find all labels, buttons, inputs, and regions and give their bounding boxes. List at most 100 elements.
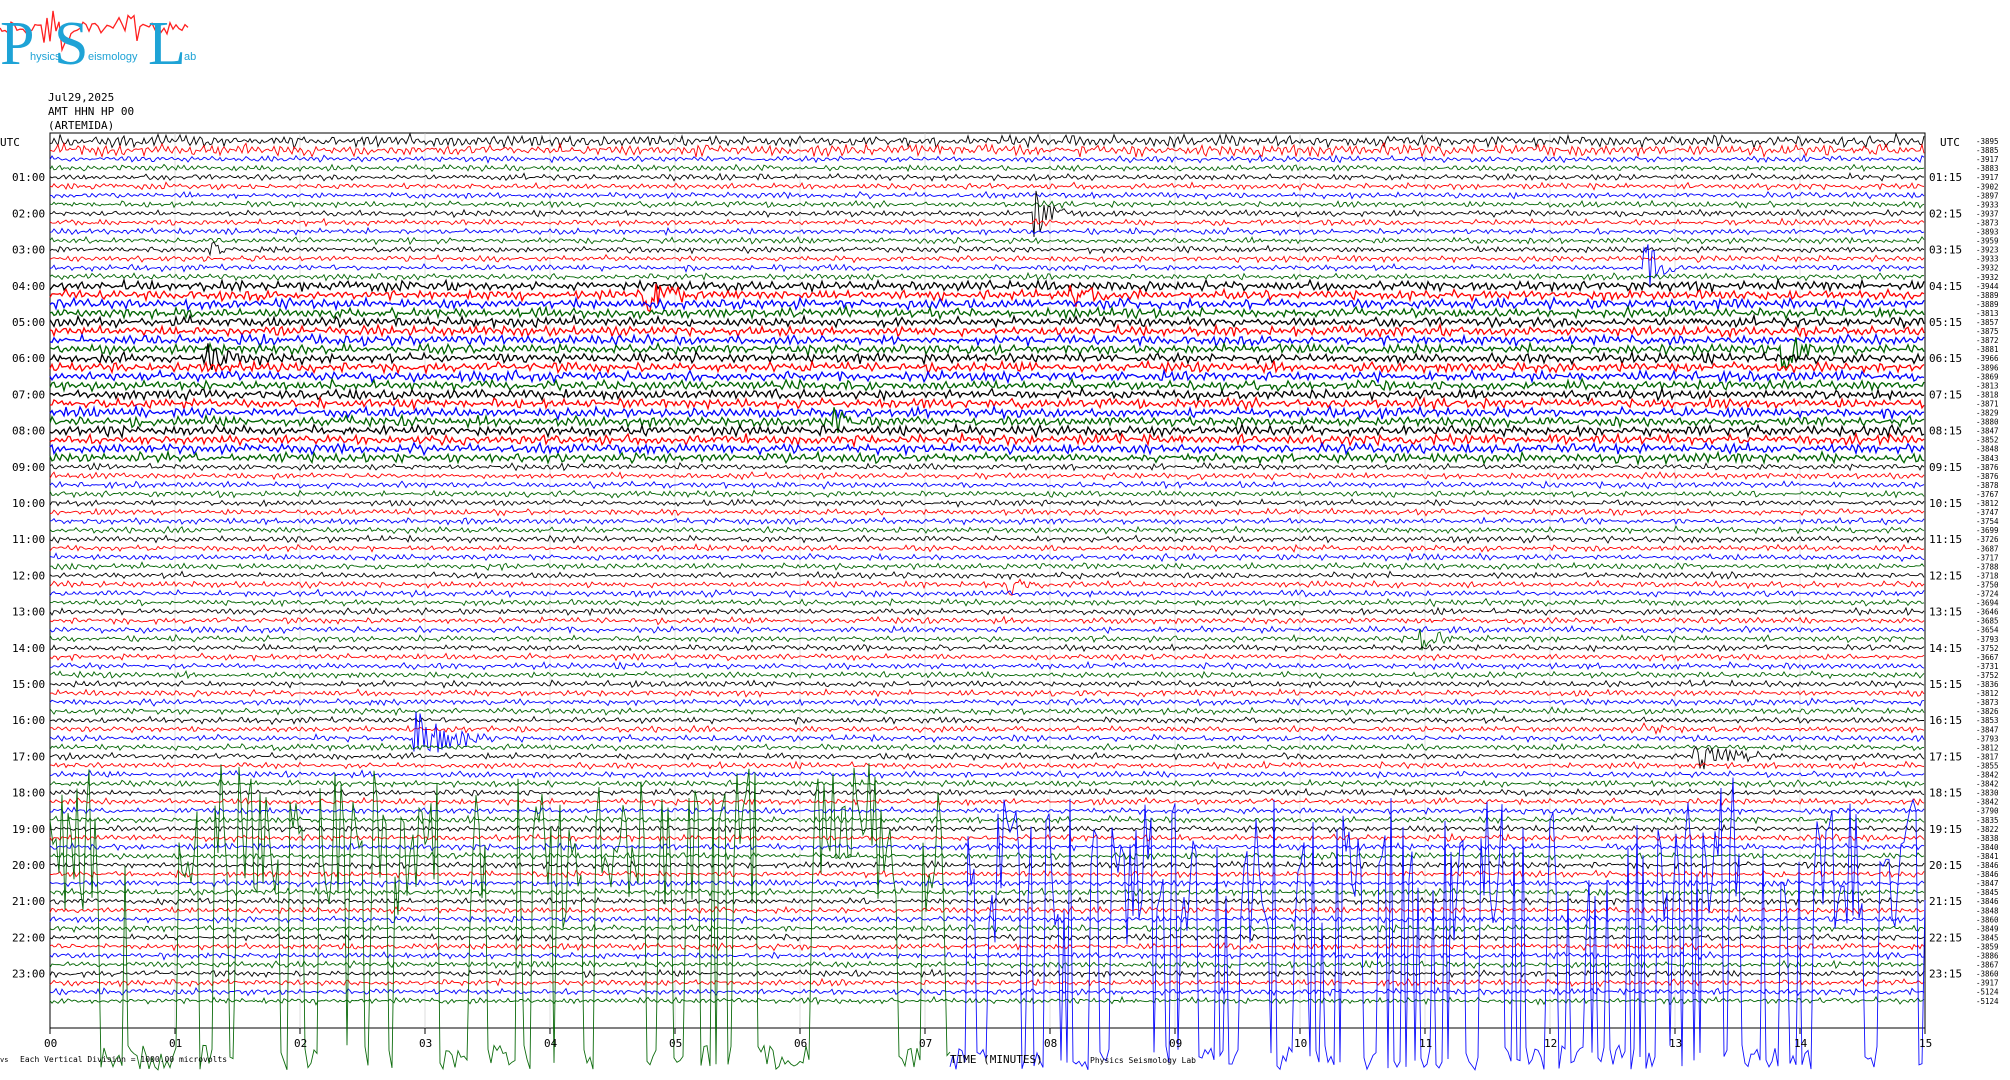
- left-hour-label: 06:00: [12, 352, 45, 365]
- row-count-label: -3812: [1976, 499, 1999, 508]
- row-count-label: -3886: [1976, 952, 1999, 961]
- row-count-label: -3830: [1976, 789, 1999, 798]
- row-count-label: -3829: [1976, 409, 1999, 418]
- row-count-label: -3845: [1976, 888, 1999, 897]
- row-count-label: -3747: [1976, 508, 1999, 517]
- right-hour-label: 20:15: [1929, 859, 1962, 872]
- trace-row: [49, 217, 1925, 228]
- trace-row: [49, 449, 1925, 467]
- row-count-label: -3893: [1976, 228, 1999, 237]
- trace-row: [49, 787, 1925, 797]
- scale-note: Each Vertical Division = 1000.00 microvo…: [20, 1055, 227, 1064]
- trace-row: [49, 332, 1925, 349]
- x-tick-label: 09: [1169, 1037, 1182, 1050]
- row-count-label: -3687: [1976, 544, 1999, 553]
- left-utc-label: UTC: [0, 136, 20, 149]
- row-count-label: -5124: [1976, 988, 1999, 997]
- trace-row: [49, 461, 1925, 472]
- trace-row: [49, 796, 1925, 807]
- trace-row: [49, 814, 1925, 825]
- left-hour-label: 01:00: [12, 171, 45, 184]
- row-count-label: -3847: [1976, 427, 1999, 436]
- x-tick-label: 10: [1294, 1037, 1307, 1050]
- row-count-label: -3871: [1976, 400, 1999, 409]
- trace-row: [49, 489, 1925, 499]
- trace-row: [49, 841, 1925, 852]
- row-count-label: -3793: [1976, 635, 1999, 644]
- row-count-label: -3852: [1976, 436, 1999, 445]
- right-utc-label: UTC: [1940, 136, 1960, 149]
- trace-row: [49, 625, 1925, 635]
- row-count-label: -3846: [1976, 870, 1999, 879]
- x-tick-label: 11: [1419, 1037, 1432, 1050]
- right-hour-label: 10:15: [1929, 497, 1962, 510]
- trace-row: [49, 163, 1925, 173]
- row-count-label: -3667: [1976, 653, 1999, 662]
- row-count-label: -3813: [1976, 309, 1999, 318]
- trace-row: [49, 440, 1925, 457]
- trace-row: [49, 778, 1925, 789]
- trace-row: [49, 226, 1925, 237]
- trace-row: [49, 359, 1925, 376]
- header-channel: AMT HHN HP 00: [48, 105, 134, 118]
- right-hour-label: 16:15: [1929, 714, 1962, 727]
- trace-row: [49, 670, 1925, 680]
- trace-row: [49, 697, 1925, 707]
- logo-word-lab: ab: [184, 51, 196, 63]
- trace-row: [49, 190, 1925, 200]
- row-count-label: -3847: [1976, 725, 1999, 734]
- trace-row: [49, 525, 1925, 535]
- row-count-label: -3867: [1976, 961, 1999, 970]
- row-count-label: -3880: [1976, 418, 1999, 427]
- right-hour-labels: 01:15 02:15 03:15 04:15 05:15 06:15 07:15 08:15…: [1929, 171, 1962, 980]
- trace-row: [49, 832, 1925, 843]
- row-count-label: -3840: [1976, 843, 1999, 852]
- x-tick-label: 05: [669, 1037, 682, 1050]
- trace-row: [49, 968, 1925, 979]
- trace-row: [49, 313, 1925, 330]
- row-count-label: -3873: [1976, 218, 1999, 227]
- row-count-label: -3876: [1976, 472, 1999, 481]
- trace-row: [49, 534, 1925, 545]
- row-count-label: -3875: [1976, 327, 1999, 336]
- right-hour-label: 15:15: [1929, 678, 1962, 691]
- row-count-label: -3881: [1976, 345, 1999, 354]
- row-count-label: -3731: [1976, 662, 1999, 671]
- row-count-label: -3937: [1976, 209, 1999, 218]
- left-hour-label: 09:00: [12, 461, 45, 474]
- trace-row: [49, 431, 1925, 449]
- row-count-label: -3726: [1976, 535, 1999, 544]
- row-count-label: -3860: [1976, 970, 1999, 979]
- trace-row: [49, 823, 1925, 834]
- trace-row: [49, 154, 1925, 164]
- helicorder-chart: P hysics S eismology L ab Jul29,2025 AMT…: [0, 10, 1999, 1071]
- trace-row: [49, 471, 1925, 481]
- row-count-label: -3959: [1976, 237, 1999, 246]
- row-count-label: -3857: [1976, 318, 1999, 327]
- row-count-label: -3835: [1976, 816, 1999, 825]
- row-count-label: -3754: [1976, 517, 1999, 526]
- row-count-label: -3897: [1976, 191, 1999, 200]
- row-count-label: -3842: [1976, 780, 1999, 789]
- row-count-label: -3822: [1976, 825, 1999, 834]
- right-hour-label: 12:15: [1929, 569, 1962, 582]
- x-tick-label: 13: [1669, 1037, 1682, 1050]
- row-count-label: -3896: [1976, 363, 1999, 372]
- row-count-label: -3872: [1976, 336, 1999, 345]
- row-count-label: -3694: [1976, 599, 1999, 608]
- right-hour-label: 21:15: [1929, 895, 1962, 908]
- right-hour-label: 08:15: [1929, 425, 1962, 438]
- row-count-label: -3847: [1976, 879, 1999, 888]
- left-hour-label: 12:00: [12, 569, 45, 582]
- row-count-label: -3885: [1976, 146, 1999, 155]
- right-hour-label: 11:15: [1929, 533, 1962, 546]
- trace-row: [49, 199, 1925, 210]
- row-count-label: -3932: [1976, 264, 1999, 273]
- row-count-label: -5124: [1976, 997, 1999, 1006]
- row-count-label: -3767: [1976, 490, 1999, 499]
- row-count-label: -3842: [1976, 771, 1999, 780]
- right-hour-label: 14:15: [1929, 642, 1962, 655]
- trace-row: [49, 959, 1925, 970]
- trace-row: [49, 951, 1925, 961]
- trace-row: [49, 652, 1925, 662]
